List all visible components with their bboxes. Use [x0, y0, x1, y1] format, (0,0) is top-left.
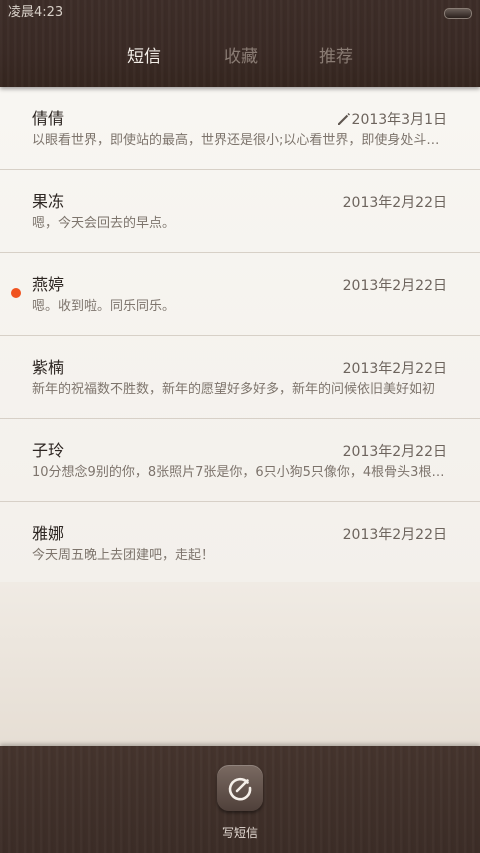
- message-date: 2013年2月22日: [342, 444, 447, 460]
- message-list: 倩倩 2013年3月1日 以眼看世界，即使站的最高，世界还是很小;以心看世界，即…: [0, 87, 480, 585]
- top-bar: 凌晨4:23 短信 收藏 推荐: [0, 0, 480, 87]
- message-row[interactable]: 倩倩 2013年3月1日 以眼看世界，即使站的最高，世界还是很小;以心看世界，即…: [0, 87, 480, 170]
- message-date: 2013年2月22日: [342, 278, 447, 294]
- tab-sms[interactable]: 短信: [127, 46, 161, 68]
- contact-name: 果冻: [32, 192, 65, 211]
- message-date: 2013年2月22日: [342, 527, 447, 543]
- contact-name: 燕婷: [32, 275, 65, 294]
- compose-label: 写短信: [221, 826, 258, 840]
- contact-name: 子玲: [32, 441, 65, 460]
- message-row[interactable]: 子玲 2013年2月22日 10分想念9别的你，8张照片7张是你，6只小狗5只像…: [0, 419, 480, 502]
- battery-icon: [444, 8, 472, 19]
- status-bar: 凌晨4:23: [0, 0, 480, 26]
- message-row[interactable]: 雅娜 2013年2月22日 今天周五晚上去团建吧，走起！: [0, 502, 480, 585]
- contact-name: 倩倩: [32, 109, 65, 128]
- unread-dot-icon: [11, 288, 21, 298]
- tab-favorites[interactable]: 收藏: [224, 46, 258, 68]
- message-preview: 新年的祝福数不胜数，新年的愿望好多好多，新年的问候依旧美好如初: [32, 382, 436, 397]
- message-preview: 10分想念9别的你，8张照片7张是你，6只小狗5只像你，4根骨头3根给你: [32, 465, 448, 480]
- contact-name: 紫楠: [32, 358, 65, 377]
- tab-recommended[interactable]: 推荐: [319, 46, 353, 68]
- message-preview: 以眼看世界，即使站的最高，世界还是很小;以心看世界，即使身处斗室，世界也无限大: [32, 133, 448, 148]
- message-row[interactable]: 果冻 2013年2月22日 嗯，今天会回去的早点。: [0, 170, 480, 253]
- status-time: 凌晨4:23: [8, 5, 64, 20]
- pencil-icon: [338, 113, 350, 125]
- message-row[interactable]: 紫楠 2013年2月22日 新年的祝福数不胜数，新年的愿望好多好多，新年的问候依…: [0, 336, 480, 419]
- message-date: 2013年3月1日: [351, 112, 447, 128]
- message-preview: 嗯。收到啦。同乐同乐。: [32, 299, 176, 314]
- message-date: 2013年2月22日: [342, 195, 447, 211]
- empty-list-area: [0, 582, 480, 746]
- tab-bar: 短信 收藏 推荐: [0, 40, 480, 76]
- message-preview: 今天周五晚上去团建吧，走起！: [32, 548, 215, 563]
- bottom-bar: 写短信: [0, 746, 480, 853]
- compose-button[interactable]: [217, 765, 263, 811]
- contact-name: 雅娜: [32, 524, 65, 543]
- message-date: 2013年2月22日: [342, 361, 447, 377]
- compose-icon: [228, 777, 252, 801]
- message-preview: 嗯，今天会回去的早点。: [32, 216, 176, 231]
- message-row[interactable]: 燕婷 2013年2月22日 嗯。收到啦。同乐同乐。: [0, 253, 480, 336]
